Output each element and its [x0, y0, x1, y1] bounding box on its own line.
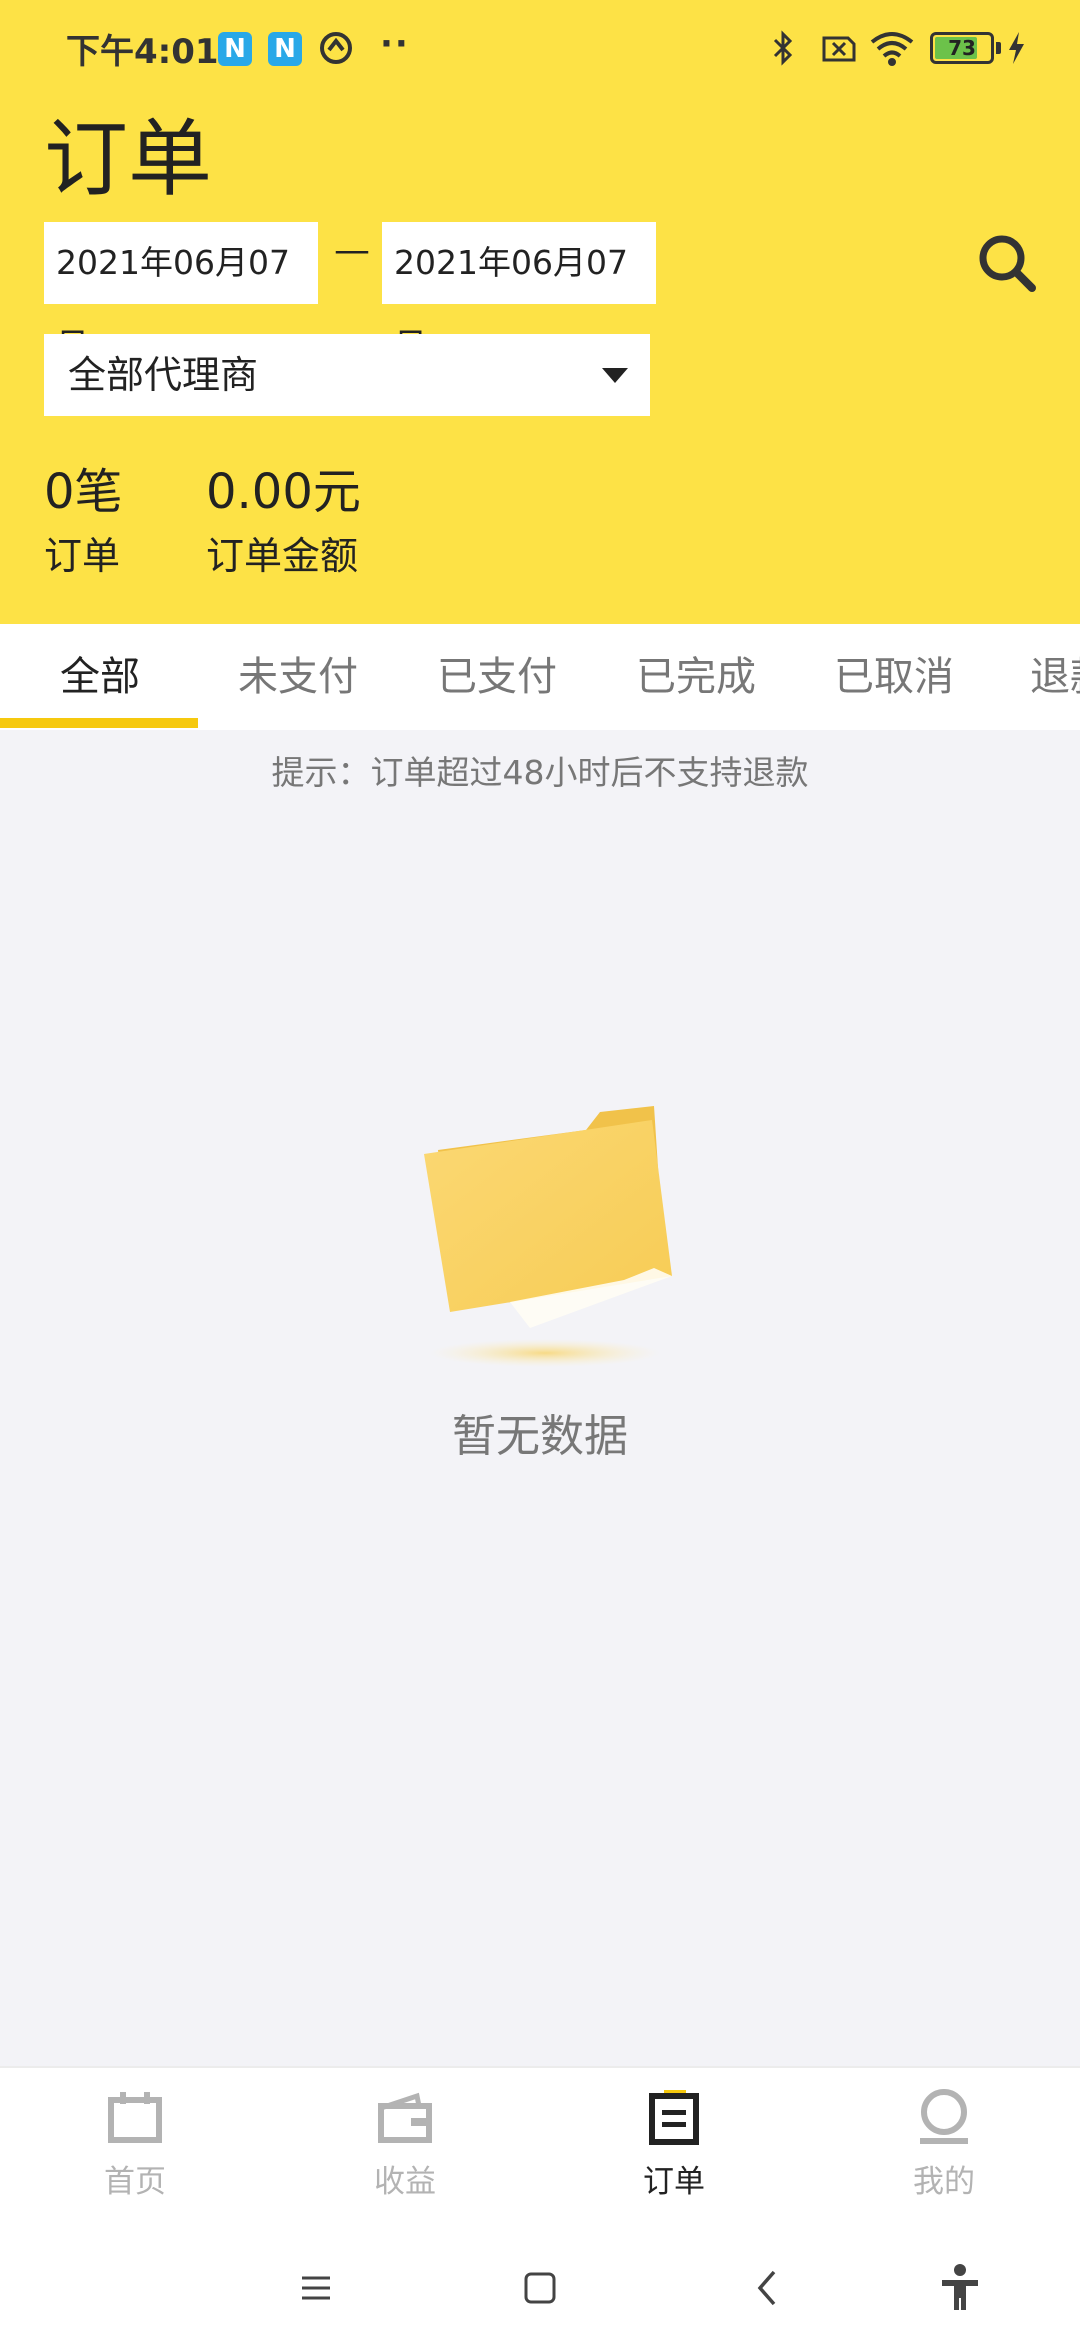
nav-label-home: 首页: [104, 2164, 166, 2200]
empty-folder-icon: [424, 1106, 672, 1367]
nav-label-mine: 我的: [913, 2164, 975, 2200]
battery-icon: 73: [930, 32, 994, 64]
nav-item-home[interactable]: 首页: [35, 2088, 235, 2201]
order-list-icon: [649, 2090, 699, 2145]
battery-tip: [996, 42, 1001, 54]
wallet-icon: [378, 2092, 432, 2143]
tab-completed[interactable]: 已完成: [636, 624, 756, 730]
menu-icon[interactable]: [286, 2258, 346, 2318]
order-count-value: 0笔: [44, 464, 123, 520]
system-nav-bar: [0, 2230, 1080, 2340]
refund-hint: 提示：订单超过48小时后不支持退款: [271, 753, 809, 792]
tab-cancelled[interactable]: 已取消: [834, 624, 954, 730]
empty-state-text: 暂无数据: [452, 1411, 628, 1462]
wifi-icon: [870, 32, 914, 66]
dropdown-arrow-icon: [602, 368, 628, 383]
nav-label-earnings: 收益: [374, 2164, 436, 2200]
status-bar: 下午4:01 N N ·· 73: [0, 0, 1080, 96]
order-status-tabs: 全部 未支付 已支付 已完成 已取消 退款: [0, 624, 1080, 730]
notification-app-icon: N: [268, 32, 302, 66]
tab-unpaid[interactable]: 未支付: [238, 624, 358, 730]
nav-label-orders: 订单: [643, 2164, 705, 2200]
home-square-icon[interactable]: [510, 2258, 570, 2318]
search-icon[interactable]: [972, 228, 1042, 298]
battery-level: 73: [948, 36, 976, 60]
nav-item-mine[interactable]: 我的: [844, 2088, 1044, 2201]
home-calendar-icon: [108, 2092, 162, 2143]
order-count-stat: 0笔 订单: [44, 462, 123, 584]
bottom-nav: 首页 收益 订单 我的: [0, 2066, 1080, 2230]
profile-icon: [920, 2089, 968, 2144]
order-amount-label: 订单金额: [206, 534, 359, 578]
order-amount-stat: 0.00元 订单金额: [206, 462, 361, 584]
back-icon[interactable]: [738, 2258, 798, 2318]
no-sim-icon: [822, 36, 856, 62]
order-amount-value: 0.00元: [206, 464, 361, 520]
bluetooth-icon: [773, 30, 793, 66]
page-title: 订单: [44, 110, 213, 208]
nav-item-earnings[interactable]: 收益: [305, 2088, 505, 2201]
more-notifications-icon: ··: [380, 24, 410, 64]
accessibility-icon[interactable]: [930, 2258, 990, 2318]
nav-item-orders[interactable]: 订单: [574, 2088, 774, 2201]
vpn-icon: [320, 32, 352, 64]
tab-refund[interactable]: 退款: [1030, 624, 1080, 730]
active-tab-indicator: [0, 718, 198, 728]
end-date-field[interactable]: 2021年06月07日: [382, 222, 656, 364]
status-time: 下午4:01: [66, 32, 219, 72]
tab-paid[interactable]: 已支付: [437, 624, 557, 730]
order-count-label: 订单: [44, 534, 121, 578]
start-date-field[interactable]: 2021年06月07日: [44, 222, 318, 364]
charging-icon: [1009, 32, 1024, 64]
tab-all[interactable]: 全部: [60, 624, 140, 730]
notification-app-icon: N: [218, 32, 252, 66]
agent-select[interactable]: 全部代理商: [44, 334, 650, 416]
agent-select-value: 全部代理商: [68, 353, 259, 397]
date-separator: —: [334, 230, 370, 271]
